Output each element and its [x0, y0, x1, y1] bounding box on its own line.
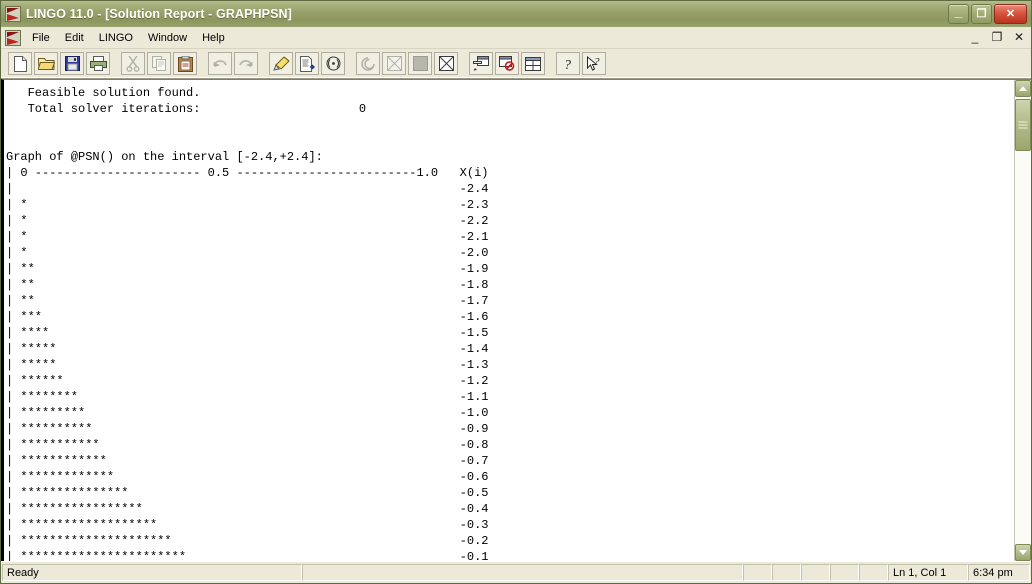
window-title: LINGO 11.0 - [Solution Report - GRAPHPSN… [26, 7, 292, 21]
mdi-client-area: Feasible solution found. Total solver it… [1, 79, 1031, 561]
arrange-icons-button[interactable] [521, 52, 545, 75]
window-controls: _ ❐ ✕ [948, 4, 1029, 24]
clock-indicator: 6:34 pm [968, 564, 1030, 581]
minimize-icon: _ [954, 3, 963, 19]
options-button [356, 52, 380, 75]
lingo-app-icon [5, 6, 21, 22]
restore-button[interactable]: ❐ [971, 4, 992, 24]
scroll-grip-icon [1018, 121, 1028, 129]
picture-button [382, 52, 406, 75]
menu-item-edit[interactable]: Edit [58, 29, 92, 47]
menu-item-window[interactable]: Window [141, 29, 195, 47]
copy-button [147, 52, 171, 75]
mdi-close-button[interactable]: ✕ [1012, 30, 1026, 45]
print-button[interactable] [86, 52, 110, 75]
toolbar-separator [347, 52, 356, 75]
mdi-minimize-button[interactable]: _ [968, 30, 982, 45]
status-panel-2 [772, 564, 801, 581]
mdi-window-controls: _ ❐ ✕ [968, 30, 1031, 45]
mdi-document-icon[interactable] [5, 29, 21, 46]
restore-icon: ❐ [976, 8, 987, 20]
status-panel-3 [801, 564, 830, 581]
chevron-up-icon [1019, 86, 1027, 91]
cut-button [121, 52, 145, 75]
svg-text:?: ? [594, 56, 600, 68]
toolbar-separator [547, 52, 556, 75]
solution-report-pane[interactable]: Feasible solution found. Total solver it… [4, 80, 1014, 561]
toolbar-separator [112, 52, 121, 75]
menu-item-lingo[interactable]: LINGO [92, 29, 141, 47]
new-file-button[interactable] [8, 52, 32, 75]
range-button[interactable] [321, 52, 345, 75]
menu-item-file[interactable]: File [25, 29, 58, 47]
solution-report-text: Feasible solution found. Total solver it… [6, 86, 489, 561]
menu-bar: File Edit LINGO Window Help _ ❐ ✕ [1, 27, 1031, 49]
close-button[interactable]: ✕ [994, 4, 1027, 24]
model-statistics-button[interactable] [434, 52, 458, 75]
cursor-position-indicator: Ln 1, Col 1 [888, 564, 968, 581]
status-panel-1 [743, 564, 772, 581]
solve-button[interactable] [269, 52, 293, 75]
status-panel-5 [859, 564, 888, 581]
solution-report-button[interactable] [295, 52, 319, 75]
title-bar: LINGO 11.0 - [Solution Report - GRAPHPSN… [1, 1, 1031, 27]
toolbar-separator [460, 52, 469, 75]
vertical-scrollbar[interactable] [1014, 80, 1031, 561]
debug-button [408, 52, 432, 75]
status-panel-4 [830, 564, 859, 581]
close-all-windows-button[interactable] [495, 52, 519, 75]
chevron-down-icon [1019, 550, 1027, 555]
toolbar-separator [260, 52, 269, 75]
tile-windows-button[interactable] [469, 52, 493, 75]
menu-item-help[interactable]: Help [195, 29, 233, 47]
toolbar-separator [199, 52, 208, 75]
minimize-button[interactable]: _ [948, 4, 969, 24]
vertical-scroll-track[interactable] [1015, 97, 1031, 544]
undo-button [208, 52, 232, 75]
lingo-application-window: LINGO 11.0 - [Solution Report - GRAPHPSN… [0, 0, 1032, 584]
context-help-button[interactable]: ? [582, 52, 606, 75]
status-panel-middle [302, 564, 743, 581]
status-bar: Ready Ln 1, Col 1 6:34 pm [1, 561, 1031, 583]
close-icon: ✕ [1005, 8, 1016, 20]
save-button[interactable] [60, 52, 84, 75]
svg-text:?: ? [564, 58, 571, 72]
solution-report-window: Feasible solution found. Total solver it… [1, 79, 1031, 561]
scroll-down-button[interactable] [1015, 544, 1031, 561]
help-button[interactable]: ? [556, 52, 580, 75]
scroll-up-button[interactable] [1015, 80, 1031, 97]
open-file-button[interactable] [34, 52, 58, 75]
vertical-scroll-thumb[interactable] [1015, 99, 1031, 151]
redo-button [234, 52, 258, 75]
mdi-restore-button[interactable]: ❐ [990, 30, 1004, 45]
status-message: Ready [2, 564, 302, 581]
paste-button[interactable] [173, 52, 197, 75]
main-toolbar: ? ? [1, 49, 1031, 79]
